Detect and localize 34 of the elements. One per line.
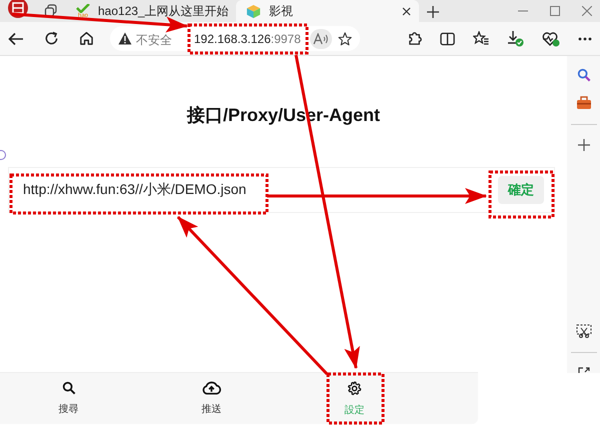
back-icon[interactable]: [8, 32, 24, 46]
address-bar[interactable]: 不安全 192.168.3.126:9978: [110, 26, 360, 51]
security-warning[interactable]: 不安全: [118, 28, 172, 49]
nav-item[interactable]: 推送: [154, 373, 269, 424]
browser-tab[interactable]: 影視: [236, 0, 419, 22]
search-icon[interactable]: [576, 68, 590, 82]
reload-icon[interactable]: [44, 31, 59, 46]
home-icon[interactable]: [79, 31, 94, 46]
close-icon[interactable]: [582, 6, 592, 16]
tab-group-icon[interactable]: [44, 4, 58, 18]
close-tab-icon[interactable]: [402, 6, 411, 16]
more-icon[interactable]: [578, 36, 592, 40]
puzzle-icon[interactable]: [407, 31, 422, 46]
settings-icon: [347, 380, 362, 396]
star-icon[interactable]: [338, 32, 352, 46]
cube-icon: [246, 4, 261, 18]
url-input-field[interactable]: http://xhww.fun:63//小米/DEMO.json 確定: [8, 167, 555, 213]
url-text: 192.168.3.126:9978: [194, 32, 301, 46]
new-tab-icon[interactable]: [427, 6, 439, 18]
cloud-upload-icon: [202, 381, 221, 395]
read-aloud-icon[interactable]: [310, 28, 332, 48]
maximize-icon[interactable]: [550, 6, 560, 16]
favorites-icon[interactable]: [473, 31, 489, 46]
app-logo-icon[interactable]: [8, 0, 28, 18]
health-icon[interactable]: [542, 30, 560, 46]
add-icon[interactable]: [578, 139, 590, 151]
external-link-icon[interactable]: [578, 367, 590, 373]
warning-icon: [118, 32, 132, 45]
download-icon[interactable]: [507, 30, 524, 47]
nav-item[interactable]: 搜尋: [11, 373, 126, 424]
screenshot-icon[interactable]: [576, 324, 592, 338]
split-screen-icon[interactable]: [440, 32, 455, 46]
search-icon: [62, 381, 76, 395]
toolbox-icon[interactable]: [576, 96, 592, 110]
